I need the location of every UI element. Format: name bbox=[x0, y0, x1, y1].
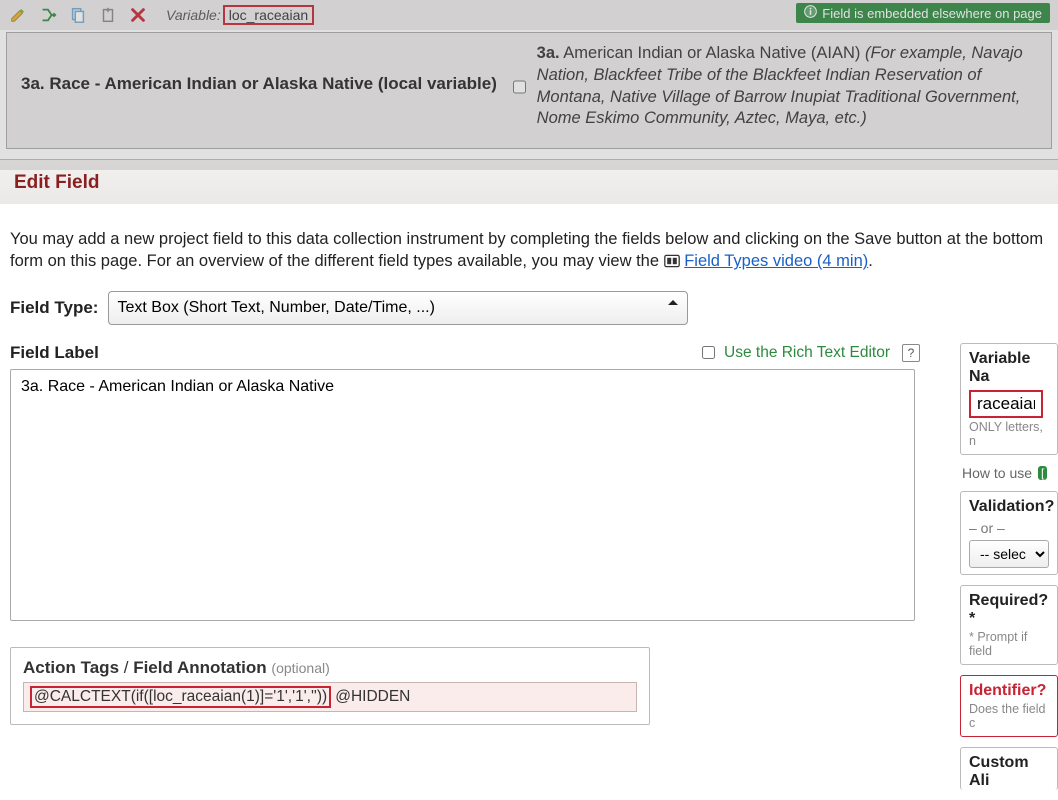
field-label-textarea[interactable]: 3a. Race - American Indian or Alaska Nat… bbox=[10, 369, 915, 621]
action-tags-box: Action Tags / Field Annotation (optional… bbox=[10, 647, 650, 725]
variable-name-hint: ONLY letters, n bbox=[969, 420, 1049, 448]
video-icon bbox=[664, 252, 680, 274]
calctext-highlight: @CALCTEXT(if([loc_raceaian(1)]='1','1','… bbox=[30, 686, 331, 708]
action-tags-title: Action Tags / Field Annotation (optional… bbox=[23, 658, 637, 678]
field-types-video-link[interactable]: Field Types video (4 min) bbox=[684, 252, 868, 270]
required-hint: * Prompt if field bbox=[969, 630, 1049, 658]
pencil-icon[interactable] bbox=[8, 5, 28, 25]
how-to-use: How to use [ bbox=[962, 465, 1058, 481]
preview-left-label: 3a. Race - American Indian or Alaska Nat… bbox=[21, 43, 509, 130]
field-preview-box: 3a. Race - American Indian or Alaska Nat… bbox=[6, 32, 1052, 149]
identifier-hint: Does the field c bbox=[969, 702, 1049, 730]
edit-field-modal: Edit Field bbox=[0, 159, 1058, 204]
howto-badge-icon: [ bbox=[1038, 466, 1047, 480]
rte-checkbox[interactable] bbox=[702, 346, 715, 359]
field-label-header: Field Label bbox=[10, 343, 99, 363]
preview-description: 3a. American Indian or Alaska Native (AI… bbox=[537, 43, 1037, 130]
preview-checkbox[interactable] bbox=[513, 47, 526, 127]
or-text: – or – bbox=[969, 520, 1049, 536]
branch-icon[interactable] bbox=[38, 5, 58, 25]
modal-title: Edit Field bbox=[14, 172, 1044, 194]
identifier-header: Identifier? bbox=[969, 682, 1049, 700]
embed-badge: Field is embedded elsewhere on page bbox=[796, 3, 1050, 23]
copy-icon[interactable] bbox=[68, 5, 88, 25]
variable-prefix: Variable: bbox=[166, 7, 221, 23]
variable-name-input[interactable] bbox=[969, 390, 1043, 418]
move-icon[interactable] bbox=[98, 5, 118, 25]
required-header: Required?* bbox=[969, 592, 1049, 628]
rte-label: Use the Rich Text Editor bbox=[724, 344, 890, 362]
field-type-select[interactable]: Text Box (Short Text, Number, Date/Time,… bbox=[108, 291, 688, 325]
delete-icon[interactable] bbox=[128, 5, 148, 25]
variable-name-header: Variable Na bbox=[969, 350, 1049, 386]
intro-text: You may add a new project field to this … bbox=[10, 228, 1058, 275]
action-tags-input[interactable]: @CALCTEXT(if([loc_raceaian(1)]='1','1','… bbox=[23, 682, 637, 712]
field-type-label: Field Type: bbox=[10, 298, 98, 318]
info-icon bbox=[804, 5, 817, 21]
validation-header: Validation? bbox=[969, 498, 1049, 516]
variable-name-display: loc_raceaian bbox=[223, 5, 314, 25]
validation-select[interactable]: -- select on bbox=[969, 540, 1049, 568]
help-icon[interactable]: ? bbox=[902, 344, 920, 362]
custom-alignment-header: Custom Ali bbox=[969, 754, 1049, 790]
field-toolbar: Variable: loc_raceaian Field is embedded… bbox=[0, 0, 1058, 30]
